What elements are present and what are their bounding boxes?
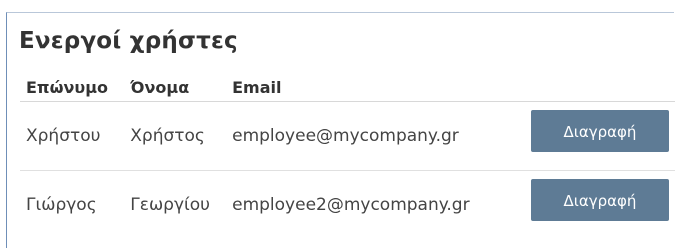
table-header-row: Επώνυμο Όνομα Email bbox=[20, 73, 675, 102]
delete-user-button[interactable]: Διαγραφή bbox=[531, 179, 669, 221]
cell-action: Διαγραφή bbox=[503, 101, 675, 171]
cell-first-name: Γεωργίου bbox=[130, 195, 211, 215]
table-row: Γιώργος Γεωργίου employee2@mycompany.gr … bbox=[20, 171, 675, 240]
active-users-panel: Ενεργοί χρήστες Επώνυμο Όνομα Email Χρήσ… bbox=[6, 12, 675, 248]
table-row: Χρήστου Χρήστος employee@mycompany.gr Δι… bbox=[20, 101, 675, 171]
column-header-email: Email bbox=[226, 73, 503, 102]
cell-last-name: Γιώργος bbox=[26, 195, 97, 215]
cell-action: Διαγραφή bbox=[503, 171, 675, 240]
delete-user-button[interactable]: Διαγραφή bbox=[531, 110, 669, 152]
column-header-last-name: Επώνυμο bbox=[20, 73, 125, 102]
cell-email: employee@mycompany.gr bbox=[226, 101, 503, 171]
column-header-first-name: Όνομα bbox=[124, 73, 227, 102]
panel-title: Ενεργοί χρήστες bbox=[19, 28, 238, 54]
cell-first-name: Χρήστος bbox=[124, 101, 227, 171]
cell-last-name: Χρήστου bbox=[20, 101, 125, 171]
column-header-action bbox=[503, 73, 675, 102]
active-users-table: Επώνυμο Όνομα Email Χρήστου Χρήστος empl… bbox=[20, 73, 675, 239]
cell-email: employee2@mycompany.gr bbox=[232, 195, 470, 215]
